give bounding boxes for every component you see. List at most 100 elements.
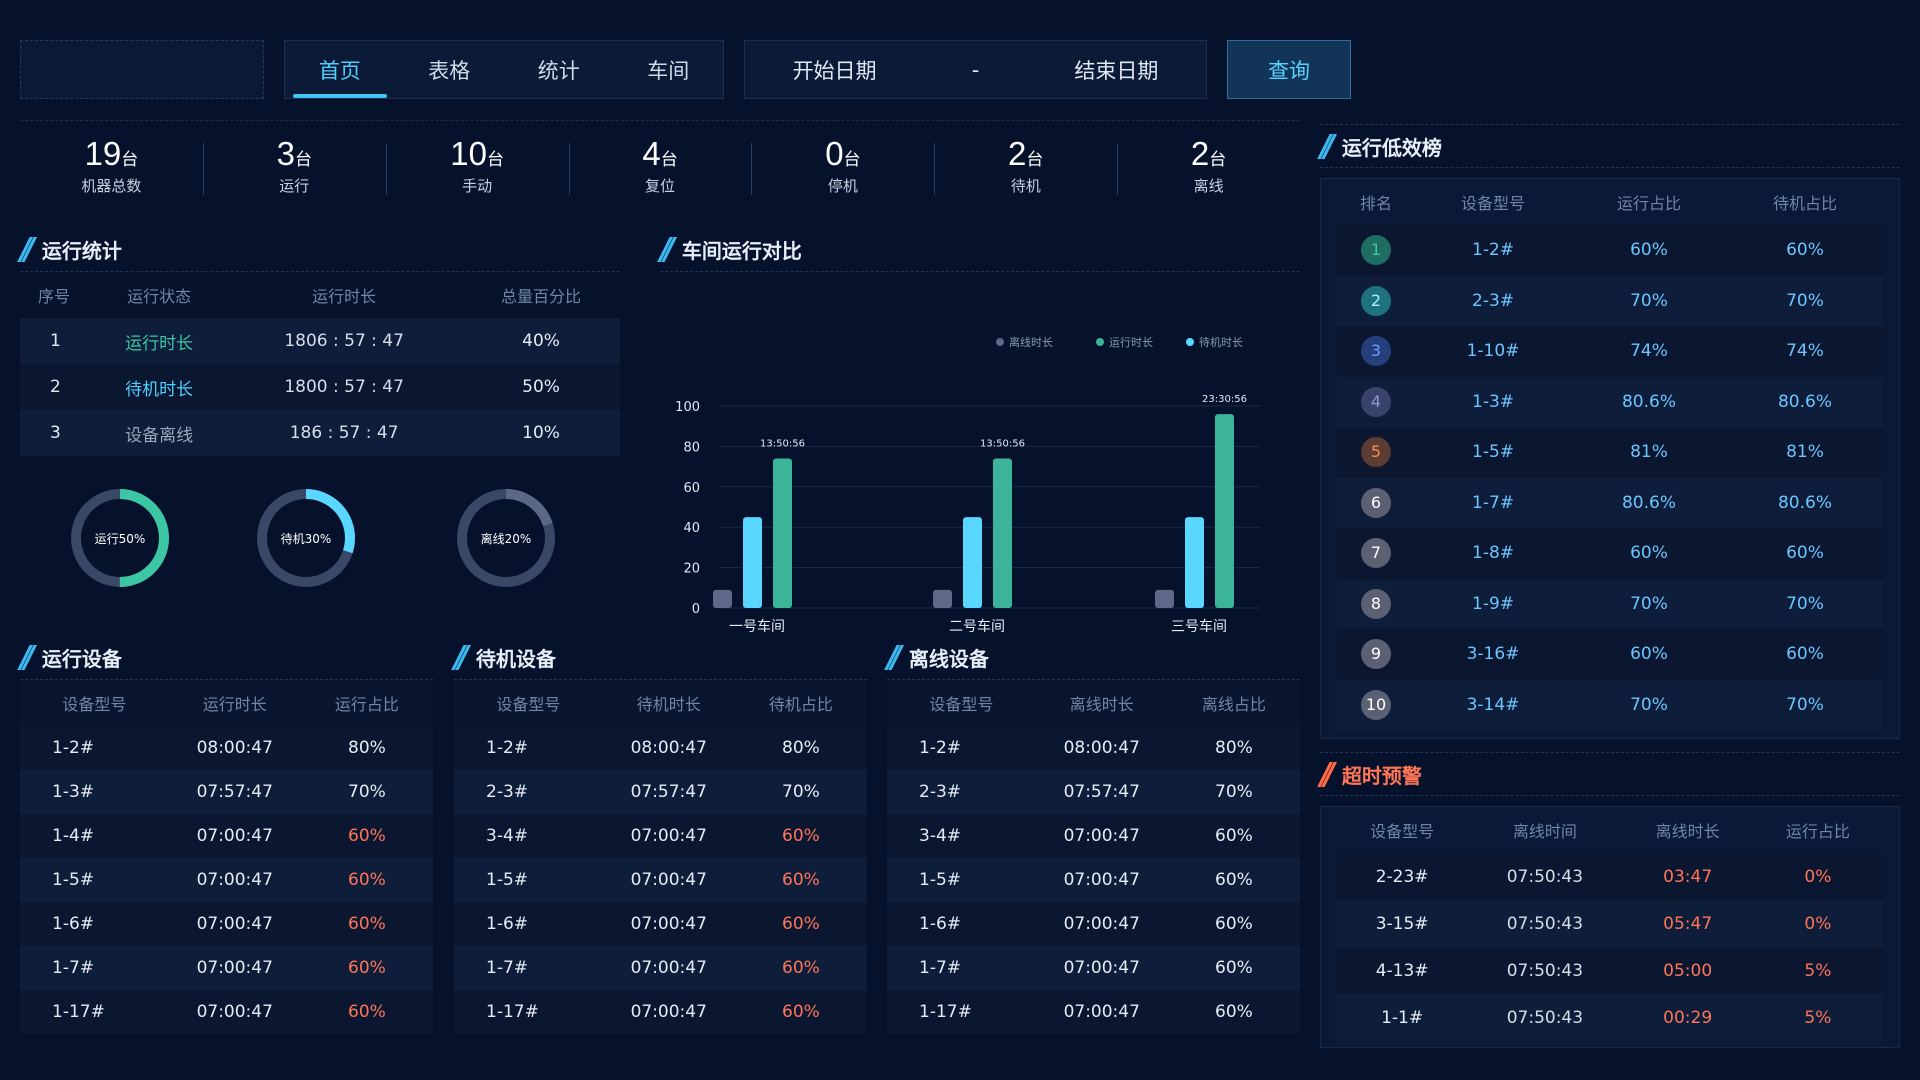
- table-row[interactable]: 1-6# 07:00:47 60%: [454, 902, 867, 946]
- table-row[interactable]: 6 1-7# 80.6% 80.6%: [1337, 477, 1883, 528]
- cell: 07:00:47: [1063, 958, 1140, 978]
- table-row[interactable]: 1-6# 07:00:47 60%: [887, 902, 1300, 946]
- table-row[interactable]: 1-4# 07:00:47 60%: [20, 814, 433, 858]
- cell: 1-1#: [1381, 1007, 1424, 1028]
- cell: 07:00:47: [196, 958, 273, 978]
- tab-table[interactable]: 表格: [395, 41, 505, 98]
- cell: 1-17#: [52, 1002, 105, 1022]
- section-title: //车间运行对比: [660, 228, 1300, 272]
- cell: 60%: [348, 914, 386, 934]
- bar: [713, 589, 732, 608]
- table-row[interactable]: 1-7# 07:00:47 60%: [887, 946, 1300, 990]
- section-title-text: 超时预警: [1341, 763, 1422, 788]
- stat-standby: 2台 待机: [934, 135, 1117, 196]
- stat-label: 手动: [462, 177, 493, 195]
- table-row[interactable]: 1-2# 08:00:47 80%: [454, 726, 867, 770]
- table-row[interactable]: 2 2-3# 70% 70%: [1337, 275, 1883, 326]
- cell: 1-3#: [52, 782, 95, 802]
- rank-cell: 3: [1337, 326, 1415, 377]
- section-slash-icon: //: [20, 640, 35, 675]
- search-box[interactable]: [20, 40, 264, 99]
- end-date-field[interactable]: 结束日期: [1074, 55, 1158, 85]
- table-row[interactable]: 3-15# 07:50:43 05:47 0%: [1337, 900, 1883, 947]
- cell: 07:50:43: [1506, 866, 1584, 887]
- donut-label: 运行50%: [95, 532, 146, 546]
- rank-badge: 2: [1361, 285, 1391, 316]
- table-row[interactable]: 1-2# 08:00:47 80%: [20, 726, 433, 770]
- table-row[interactable]: 1-17# 07:00:47 60%: [887, 990, 1300, 1034]
- cell: 60%: [1630, 543, 1668, 564]
- table-row[interactable]: 1-7# 07:00:47 60%: [454, 946, 867, 990]
- bar: [773, 458, 792, 608]
- table-row[interactable]: 3 设备离线 186 : 57 : 47 10%: [20, 410, 620, 456]
- section-slash-icon: //: [20, 232, 35, 267]
- table-row[interactable]: 1 1-2# 60% 60%: [1337, 225, 1883, 276]
- tab-statistics[interactable]: 统计: [504, 41, 614, 98]
- table-row[interactable]: 1-3# 07:57:47 70%: [20, 770, 433, 814]
- table-row[interactable]: 2 待机时长 1800 : 57 : 47 50%: [20, 364, 620, 410]
- table-row[interactable]: 2-23# 07:50:43 03:47 0%: [1337, 853, 1883, 900]
- low-efficiency-panel: //运行低效榜 排名 设备型号 运行占比 待机占比 1 1-2# 60% 60% 2 2-3# 70…: [1320, 124, 1900, 739]
- table-row[interactable]: 1-5# 07:00:47 60%: [20, 858, 433, 902]
- section-title-text: 车间运行对比: [681, 239, 802, 263]
- donut-chart: 离线20%: [457, 489, 555, 587]
- cell: 3-15#: [1375, 913, 1429, 934]
- start-date-field[interactable]: 开始日期: [793, 55, 877, 85]
- legend-label: 待机时长: [1199, 335, 1243, 349]
- table-row[interactable]: 1-6# 07:00:47 60%: [20, 902, 433, 946]
- cell: 70%: [1215, 782, 1253, 802]
- cell: 07:00:47: [630, 1002, 707, 1022]
- table-row[interactable]: 1-7# 07:00:47 60%: [20, 946, 433, 990]
- table-row[interactable]: 10 3-14# 70% 70%: [1337, 679, 1883, 730]
- cell: 1-6#: [52, 914, 95, 934]
- table-row[interactable]: 1-5# 07:00:47 60%: [454, 858, 867, 902]
- table-row[interactable]: 4 1-3# 80.6% 80.6%: [1337, 376, 1883, 428]
- rank-cell: 4: [1337, 377, 1415, 428]
- stat-value: 3: [276, 135, 295, 172]
- stat-unit: 台: [843, 150, 861, 170]
- col-header: 运行时长: [202, 695, 267, 714]
- table-row[interactable]: 1 运行时长 1806 : 57 : 47 40%: [20, 318, 620, 364]
- y-tick-label: 100: [675, 400, 700, 415]
- col-header: 离线时长: [1655, 822, 1720, 841]
- cell: 1-7#: [52, 958, 95, 978]
- table-row[interactable]: 7 1-8# 60% 60%: [1337, 528, 1883, 579]
- col-header: 运行状态: [127, 287, 192, 306]
- cell: 60%: [348, 958, 386, 978]
- table-row[interactable]: 1-17# 07:00:47 60%: [454, 990, 867, 1034]
- stat-unit: 台: [121, 150, 139, 170]
- query-button[interactable]: 查询: [1227, 40, 1351, 99]
- cell: 1806 : 57 : 47: [284, 331, 404, 351]
- x-tick-label: 三号车间: [1171, 618, 1227, 632]
- stat-unit: 台: [294, 150, 312, 170]
- table-row[interactable]: 3-4# 07:00:47 60%: [454, 814, 867, 858]
- cell: 60%: [782, 826, 820, 846]
- legend-dot: [996, 338, 1004, 346]
- table-row[interactable]: 4-13# 07:50:43 05:00 5%: [1337, 947, 1883, 994]
- table-row[interactable]: 5 1-5# 81% 81%: [1337, 427, 1883, 478]
- cell: 60%: [1786, 240, 1824, 261]
- table-row[interactable]: 3 1-10# 74% 74%: [1337, 326, 1883, 377]
- cell: 07:00:47: [1063, 826, 1140, 846]
- table-row[interactable]: 3-4# 07:00:47 60%: [887, 814, 1300, 858]
- cell: 1-10#: [1466, 341, 1520, 362]
- table-row[interactable]: 2-3# 07:57:47 70%: [454, 770, 867, 814]
- donut-chart: 待机30%: [257, 489, 355, 587]
- table-row[interactable]: 9 3-16# 60% 60%: [1337, 629, 1883, 680]
- tab-home[interactable]: 首页: [285, 41, 395, 98]
- table-row[interactable]: 1-2# 08:00:47 80%: [887, 726, 1300, 770]
- y-tick-label: 60: [683, 481, 700, 496]
- stat-label: 离线: [1193, 177, 1224, 195]
- table-row[interactable]: 1-1# 07:50:43 00:29 5%: [1337, 994, 1883, 1041]
- cell: 07:00:47: [196, 914, 273, 934]
- tab-workshop[interactable]: 车间: [614, 41, 724, 98]
- cell: 05:00: [1663, 960, 1713, 981]
- table-row[interactable]: 1-17# 07:00:47 60%: [20, 990, 433, 1034]
- cell: 2-3#: [486, 782, 529, 802]
- table-row[interactable]: 8 1-9# 70% 70%: [1337, 578, 1883, 629]
- cell: 3-4#: [919, 826, 962, 846]
- cell: 08:00:47: [630, 738, 707, 758]
- table-row[interactable]: 1-5# 07:00:47 60%: [887, 858, 1300, 902]
- table-row[interactable]: 2-3# 07:57:47 70%: [887, 770, 1300, 814]
- stat-reset: 4台 复位: [568, 135, 752, 196]
